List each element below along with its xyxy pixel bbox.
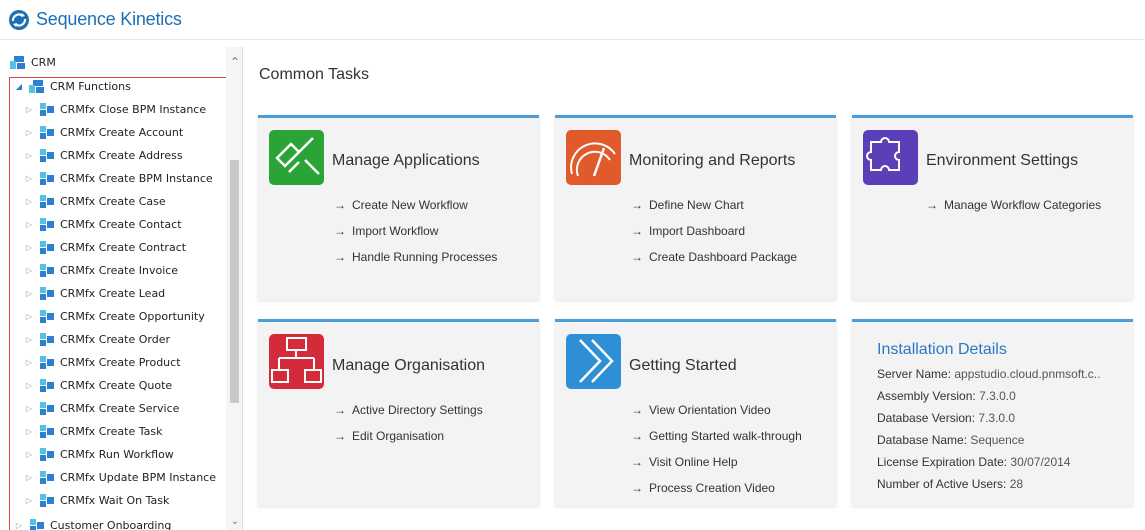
link-create-new-workflow[interactable]: → Create New Workflow <box>334 198 468 212</box>
card-manage-applications: Manage Applications → Create New Workflow… <box>258 115 539 300</box>
brand-name: Sequence Kinetics <box>36 9 182 29</box>
card-getting-started: Getting Started → View Orientation Video … <box>555 319 836 506</box>
scroll-up-icon[interactable]: ⌃ <box>228 55 242 69</box>
arrow-icon: → <box>631 403 643 417</box>
scroll-down-icon[interactable]: ⌄ <box>228 515 242 529</box>
card-manage-organisation: Manage Organisation → Active Directory Se… <box>258 319 539 506</box>
tree-root-crm[interactable]: CRM <box>10 51 56 74</box>
card-installation-details: Installation Details Server Name: appstu… <box>852 319 1133 506</box>
arrow-icon: → <box>926 198 938 212</box>
arrow-icon: → <box>631 481 643 495</box>
link-active-directory-settings[interactable]: → Active Directory Settings <box>334 403 483 417</box>
arrow-icon: → <box>631 455 643 469</box>
install-active-users: Number of Active Users: 28 <box>877 477 1024 491</box>
sequence-logo-icon <box>9 10 29 30</box>
arrow-icon: → <box>631 429 643 443</box>
arrow-icon: → <box>631 250 643 264</box>
app-window: Sequence Kinetics CRM ◢ CRM Functions ▷ C… <box>0 0 1145 530</box>
card-title: Monitoring and Reports <box>629 152 796 169</box>
card-title: Manage Organisation <box>332 357 485 374</box>
link-manage-workflow-categories[interactable]: → Manage Workflow Categories <box>926 198 1101 212</box>
forward-arrow-icon <box>566 334 621 389</box>
link-import-workflow[interactable]: → Import Workflow <box>334 224 438 238</box>
link-define-new-chart[interactable]: → Define New Chart <box>631 198 744 212</box>
card-title: Manage Applications <box>332 152 480 169</box>
arrow-icon: → <box>334 403 346 417</box>
link-import-dashboard[interactable]: → Import Dashboard <box>631 224 745 238</box>
install-database-name: Database Name: Sequence <box>877 433 1025 447</box>
card-title: Environment Settings <box>926 152 1079 169</box>
gauge-icon <box>566 130 621 185</box>
header: Sequence Kinetics <box>0 0 1145 40</box>
install-assembly-version: Assembly Version: 7.3.0.0 <box>877 389 1016 403</box>
tree-panel[interactable]: CRM ◢ CRM Functions ▷ CRMfx Close BPM Ins… <box>8 47 243 530</box>
puzzle-icon <box>863 130 918 185</box>
header-divider <box>0 39 1145 40</box>
install-server-name: Server Name: appstudio.cloud.pnmsoft.c.. <box>877 367 1101 381</box>
arrow-icon: → <box>334 429 346 443</box>
arrow-icon: → <box>334 198 346 212</box>
arrow-icon: → <box>631 198 643 212</box>
link-getting-started-walkthrough[interactable]: → Getting Started walk-through <box>631 429 802 443</box>
link-process-creation-video[interactable]: → Process Creation Video <box>631 481 775 495</box>
link-handle-running-processes[interactable]: → Handle Running Processes <box>334 250 497 264</box>
arrow-icon: → <box>334 224 346 238</box>
link-visit-online-help[interactable]: → Visit Online Help <box>631 455 738 469</box>
manage-applications-icon <box>269 130 324 185</box>
selection-highlight-box <box>9 77 231 530</box>
install-license-expiration: License Expiration Date: 30/07/2014 <box>877 455 1071 469</box>
install-database-version: Database Version: 7.3.0.0 <box>877 411 1016 425</box>
folder-icon <box>10 56 26 69</box>
arrow-icon: → <box>631 224 643 238</box>
tree-root-label: CRM <box>31 56 56 69</box>
tree-scroll-thumb[interactable] <box>230 160 239 403</box>
card-title: Getting Started <box>629 357 737 374</box>
card-environment-settings: Environment Settings → Manage Workflow Ca… <box>852 115 1133 300</box>
organisation-icon <box>269 334 324 389</box>
link-view-orientation-video[interactable]: → View Orientation Video <box>631 403 771 417</box>
arrow-icon: → <box>334 250 346 264</box>
card-monitoring-reports: Monitoring and Reports → Define New Chart… <box>555 115 836 300</box>
installation-details-title: Installation Details <box>877 341 1007 358</box>
link-create-dashboard-package[interactable]: → Create Dashboard Package <box>631 250 797 264</box>
page-title: Common Tasks <box>259 66 369 83</box>
link-edit-organisation[interactable]: → Edit Organisation <box>334 429 444 443</box>
